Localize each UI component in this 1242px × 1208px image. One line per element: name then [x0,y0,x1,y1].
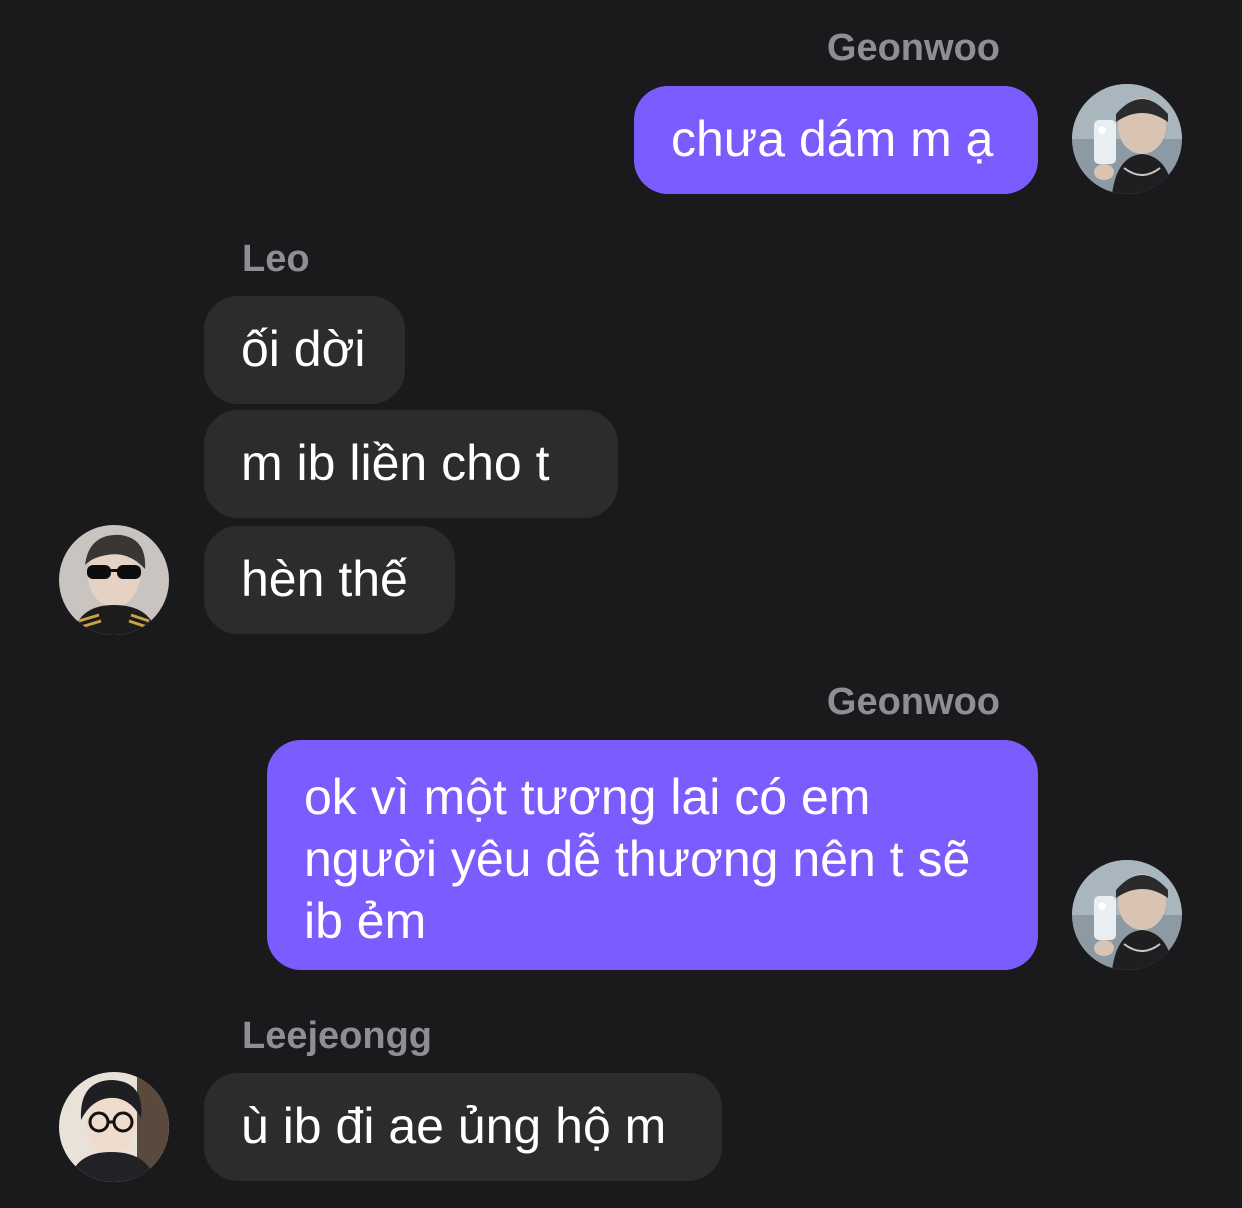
glasses-portrait-photo [59,1072,169,1182]
chat-thread[interactable]: Geonwoo chưa dám m ạ Leo ối dời m ib liề… [0,0,1242,1208]
message-bubble-outgoing[interactable]: chưa dám m ạ [634,86,1038,194]
message-bubble-incoming[interactable]: ối dời [204,296,405,404]
message-bubble-outgoing[interactable]: ok vì một tương lai có em người yêu dễ t… [267,740,1038,970]
mirror-selfie-photo [1072,84,1182,194]
sender-name-geonwoo: Geonwoo [826,27,1000,69]
avatar-leo[interactable] [59,525,169,635]
avatar-leejeongg[interactable] [59,1072,169,1182]
sender-name-geonwoo: Geonwoo [826,681,1000,723]
sender-name-leejeongg: Leejeongg [242,1015,433,1057]
avatar-geonwoo[interactable] [1072,860,1182,970]
message-bubble-incoming[interactable]: hèn thế [204,526,455,634]
mirror-selfie-photo [1072,860,1182,970]
message-bubble-incoming[interactable]: ù ib đi ae ủng hộ m [204,1073,722,1181]
sender-name-leo: Leo [242,238,310,280]
avatar-geonwoo[interactable] [1072,84,1182,194]
message-bubble-incoming[interactable]: m ib liền cho t [204,410,618,518]
sunglasses-portrait-photo [59,525,169,635]
